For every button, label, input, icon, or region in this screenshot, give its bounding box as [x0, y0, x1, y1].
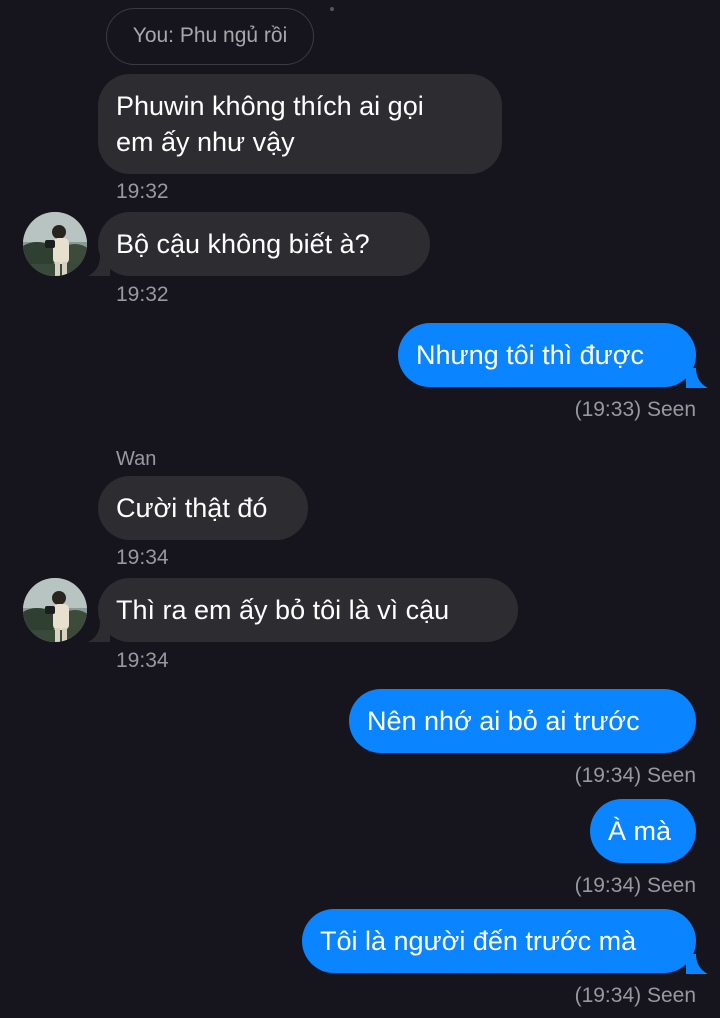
- incoming-message-bubble[interactable]: Phuwin không thích ai gọi em ấy như vậy: [98, 74, 502, 174]
- message-status: (19:34) Seen: [574, 764, 696, 787]
- message-timestamp: 19:32: [116, 180, 169, 203]
- outgoing-message-bubble[interactable]: Tôi là người đến trước mà: [302, 909, 696, 973]
- outgoing-message-bubble[interactable]: Nhưng tôi thì được: [398, 323, 696, 387]
- incoming-message-bubble[interactable]: Cười thật đó: [98, 476, 308, 540]
- incoming-message-bubble[interactable]: Bộ cậu không biết à?: [98, 212, 430, 276]
- sender-avatar[interactable]: [23, 212, 87, 276]
- profile-photo-avatar-icon: [23, 578, 87, 642]
- sender-name: Wan: [116, 448, 157, 470]
- message-status: (19:34) Seen: [574, 874, 696, 897]
- bubble-tail: [686, 954, 708, 974]
- profile-photo-avatar-icon: [23, 212, 87, 276]
- message-timestamp: 19:32: [116, 283, 169, 306]
- outgoing-message-bubble[interactable]: À mà: [590, 799, 696, 863]
- message-status: (19:33) Seen: [574, 398, 696, 421]
- incoming-message-bubble[interactable]: Thì ra em ấy bỏ tôi là vì cậu: [98, 578, 518, 642]
- bubble-tail: [686, 368, 708, 388]
- reply-preview[interactable]: You: Phu ngủ rồi: [106, 8, 314, 65]
- message-text-line: Phuwin không thích ai gọi: [116, 91, 424, 121]
- message-text-line: em ấy như vậy: [116, 127, 295, 157]
- message-timestamp: 19:34: [116, 649, 169, 672]
- outgoing-message-bubble[interactable]: Nên nhớ ai bỏ ai trước: [349, 689, 696, 753]
- message-timestamp: 19:34: [116, 546, 169, 569]
- message-status: (19:34) Seen: [574, 984, 696, 1007]
- scroll-indicator-dot: [330, 7, 334, 11]
- sender-avatar[interactable]: [23, 578, 87, 642]
